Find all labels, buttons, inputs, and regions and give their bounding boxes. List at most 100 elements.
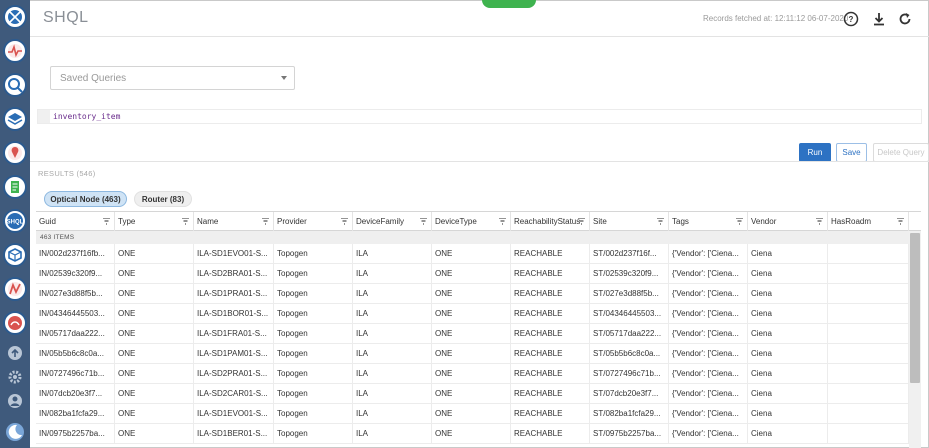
table-row[interactable]: IN/05b5b6c8c0a... ONE ILA-SD1PAM01-S... Top… — [36, 344, 909, 364]
filter-icon[interactable] — [341, 218, 348, 225]
table-cell: ILA — [353, 284, 432, 304]
column-header[interactable]: Guid — [36, 212, 115, 231]
column-header[interactable]: HasRoadm — [828, 212, 909, 231]
column-header[interactable]: ReachabilityStatus — [511, 212, 590, 231]
column-header[interactable]: DeviceType — [432, 212, 511, 231]
save-button[interactable]: Save — [836, 143, 867, 162]
table-cell — [828, 384, 909, 404]
map-pin-icon[interactable] — [3, 141, 27, 165]
table-cell: ONE — [115, 264, 194, 284]
cube-search-icon[interactable] — [3, 73, 27, 97]
table-row[interactable]: IN/0975b2257ba... ONE ILA-SD1BER01-S... Top… — [36, 424, 909, 444]
filter-icon[interactable] — [182, 218, 189, 225]
table-cell: Topogen — [274, 264, 353, 284]
table-cell: {'Vendor': ['Ciena... — [669, 364, 748, 384]
column-header[interactable]: Tags — [669, 212, 748, 231]
shql-icon-label: SHQL — [7, 220, 24, 226]
svg-text:?: ? — [849, 15, 854, 24]
table-cell: IN/05717daa222... — [36, 324, 115, 344]
table-row[interactable]: IN/05717daa222... ONE ILA-SD1FRA01-S... Top… — [36, 324, 909, 344]
pulse-monitor-icon[interactable] — [3, 39, 27, 63]
shql-icon[interactable]: SHQL — [3, 209, 27, 233]
table-cell: ST/0727496c71b... — [590, 364, 669, 384]
layers-icon[interactable] — [3, 107, 27, 131]
filter-icon[interactable] — [736, 218, 743, 225]
table-cell: ONE — [115, 304, 194, 324]
document-icon[interactable] — [3, 175, 27, 199]
saved-queries-placeholder: Saved Queries — [60, 73, 127, 84]
filter-icon[interactable] — [262, 218, 269, 225]
column-header[interactable]: Site — [590, 212, 669, 231]
table-row[interactable]: IN/082ba1fcfa29... ONE ILA-SD1EVO01-S... To… — [36, 404, 909, 424]
column-header[interactable]: Type — [115, 212, 194, 231]
table-row[interactable]: IN/027e3d88f5b... ONE ILA-SD1PRA01-S... Top… — [36, 284, 909, 304]
table-cell: ONE — [115, 344, 194, 364]
table-cell: IN/04346445503... — [36, 304, 115, 324]
table-cell: ILA — [353, 244, 432, 264]
table-cell: Topogen — [274, 324, 353, 344]
filter-icon[interactable] — [657, 218, 664, 225]
box-icon[interactable] — [3, 243, 27, 267]
delete-query-button[interactable]: Delete Query — [873, 143, 929, 162]
table-cell: ILA — [353, 424, 432, 444]
query-text[interactable]: inventory_item — [53, 112, 120, 121]
table-cell — [828, 264, 909, 284]
column-header[interactable]: Vendor — [748, 212, 828, 231]
tab-optical-node[interactable]: Optical Node (463) — [44, 191, 127, 207]
table-cell: ILA-SD1PAM01-S... — [194, 344, 274, 364]
network-globe-icon[interactable] — [3, 5, 27, 29]
table-cell: Topogen — [274, 424, 353, 444]
query-editor[interactable]: inventory_item — [37, 109, 922, 124]
table-cell: {'Vendor': ['Ciena... — [669, 264, 748, 284]
filter-icon[interactable] — [578, 218, 585, 225]
table-cell: Ciena — [748, 324, 828, 344]
filter-icon[interactable] — [103, 218, 110, 225]
table-row[interactable]: IN/02539c320f9... ONE ILA-SD2BRA01-S... Top… — [36, 264, 909, 284]
column-header[interactable]: DeviceFamily — [353, 212, 432, 231]
table-cell: {'Vendor': ['Ciena... — [669, 344, 748, 364]
header: SHQL Records fetched at: 12:11:12 06-07-… — [30, 1, 929, 37]
column-header[interactable]: Name — [194, 212, 274, 231]
vertical-scrollbar[interactable] — [909, 231, 921, 448]
scrollbar-thumb[interactable] — [910, 233, 920, 383]
user-icon[interactable] — [7, 393, 23, 409]
run-button[interactable]: Run — [799, 143, 831, 162]
column-header-label: DeviceType — [435, 217, 477, 226]
table-cell: ILA — [353, 384, 432, 404]
download-icon[interactable] — [871, 11, 887, 27]
filter-icon[interactable] — [816, 218, 823, 225]
filter-icon[interactable] — [499, 218, 506, 225]
filter-icon[interactable] — [420, 218, 427, 225]
table-cell: REACHABLE — [511, 424, 590, 444]
column-header[interactable]: Provider — [274, 212, 353, 231]
table-cell — [828, 364, 909, 384]
table-cell: IN/05b5b6c8c0a... — [36, 344, 115, 364]
moon-icon[interactable] — [5, 422, 25, 442]
upload-icon[interactable] — [7, 345, 23, 361]
table-row[interactable]: IN/002d237f16fb... ONE ILA-SD1EVO01-S... To… — [36, 244, 909, 264]
group-row-label: 463 ITEMS — [36, 231, 909, 244]
table-cell: ST/05b5b6c8c0a... — [590, 344, 669, 364]
filter-icon[interactable] — [897, 218, 904, 225]
chart-icon[interactable] — [3, 277, 27, 301]
table-row[interactable]: IN/0727496c71b... ONE ILA-SD2PRA01-S... Top… — [36, 364, 909, 384]
table-cell: ILA-SD2CAR01-S... — [194, 384, 274, 404]
table-cell: REACHABLE — [511, 324, 590, 344]
table-cell: ONE — [432, 244, 511, 264]
signal-icon[interactable] — [3, 311, 27, 335]
table-cell: Ciena — [748, 404, 828, 424]
saved-queries-select[interactable]: Saved Queries — [50, 66, 295, 90]
table-cell: {'Vendor': ['Ciena... — [669, 324, 748, 344]
table-row[interactable]: IN/04346445503... ONE ILA-SD1BOR01-S... Top… — [36, 304, 909, 324]
table-cell: ILA-SD1EVO01-S... — [194, 244, 274, 264]
sidebar: SHQL — [0, 0, 30, 448]
table-cell: ONE — [432, 324, 511, 344]
table-row[interactable]: IN/07dcb20e3f7... ONE ILA-SD2CAR01-S... Top… — [36, 384, 909, 404]
refresh-icon[interactable] — [897, 11, 913, 27]
tab-router[interactable]: Router (83) — [134, 191, 192, 207]
help-icon[interactable]: ? — [843, 11, 859, 27]
table-cell: IN/02539c320f9... — [36, 264, 115, 284]
table-cell: Topogen — [274, 364, 353, 384]
table-cell: Ciena — [748, 384, 828, 404]
settings-icon[interactable] — [7, 369, 23, 385]
